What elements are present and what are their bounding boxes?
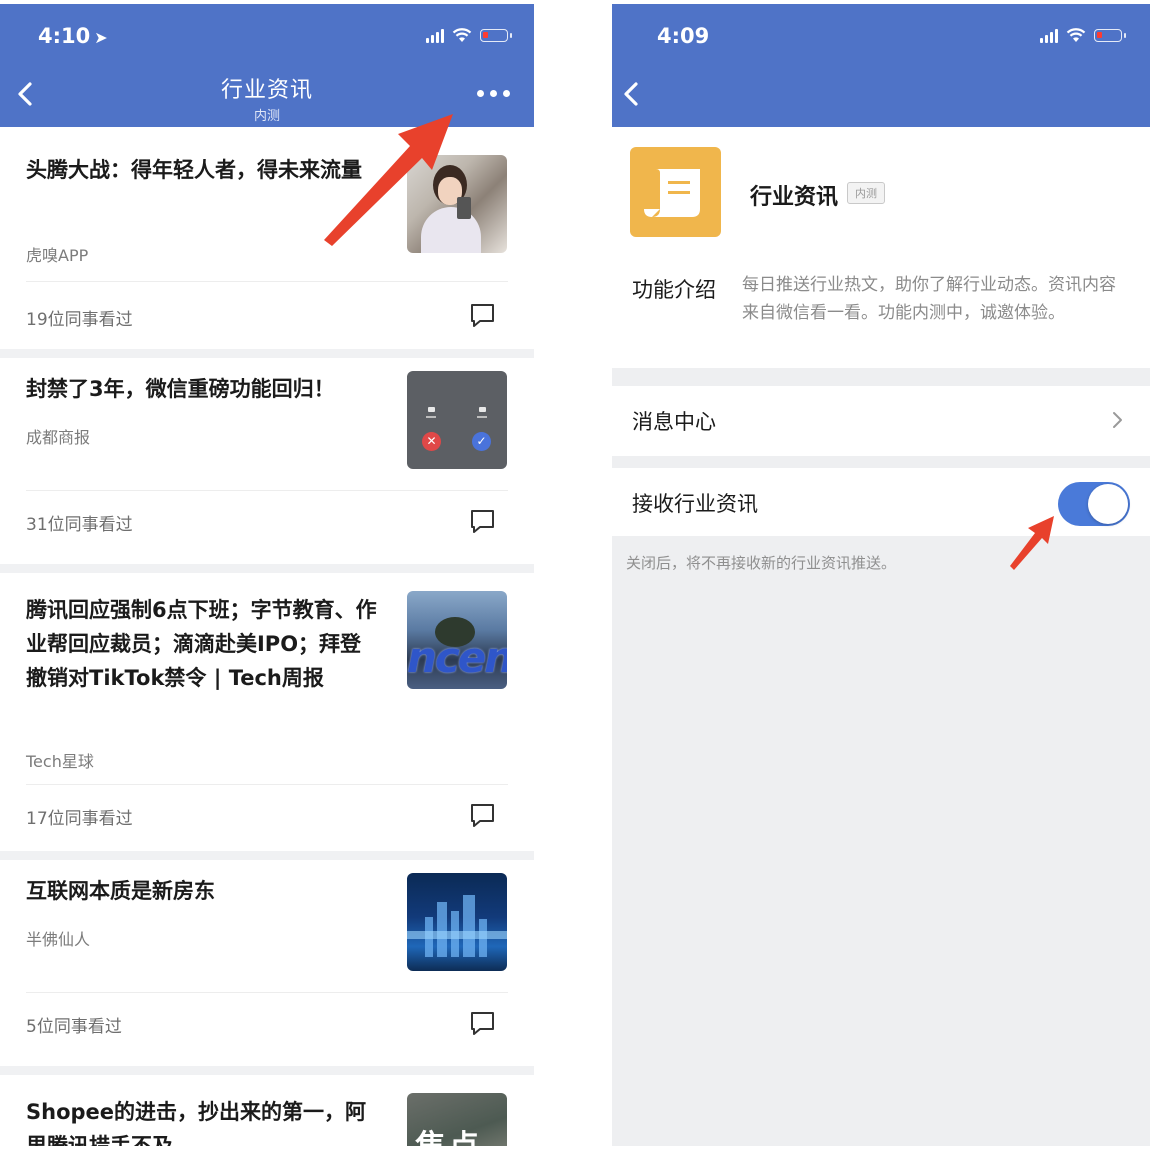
back-chevron-icon[interactable] — [620, 76, 642, 112]
article-thumbnail: 焦点 — [407, 1093, 507, 1146]
section-gap — [0, 564, 534, 573]
nav-bar: 4:09 — [612, 4, 1150, 127]
thumbnail-text: 焦点 — [415, 1121, 483, 1146]
article-source: Tech星球 — [26, 752, 94, 771]
signal-icon — [1040, 28, 1058, 43]
annotation-arrow-icon — [324, 114, 453, 246]
section-gap — [0, 349, 534, 358]
article-thumbnail — [407, 873, 507, 971]
app-name: 行业资讯 — [750, 185, 839, 210]
article-source: 半佛仙人 — [26, 930, 91, 949]
receive-news-label: 接收行业资讯 — [632, 492, 758, 516]
chevron-right-icon — [1113, 412, 1122, 428]
comment-icon[interactable] — [469, 508, 496, 535]
article-card[interactable]: 互联网本质是新房东 半佛仙人 5位同事看过 — [0, 860, 534, 1066]
receive-news-row: 接收行业资讯 — [612, 468, 1150, 536]
beta-badge: 内测 — [847, 182, 885, 204]
status-time: 4:10 ➤ — [38, 24, 108, 48]
wifi-icon — [452, 28, 472, 42]
divider — [26, 281, 508, 282]
scroll-document-icon — [630, 147, 721, 237]
article-thumbnail: ✕ ✓ — [407, 371, 507, 469]
more-options-icon[interactable] — [477, 90, 510, 97]
section-gap — [0, 1066, 534, 1075]
article-title: 封禁了3年，微信重磅功能回归！ — [26, 377, 335, 401]
article-title: 互联网本质是新房东 — [26, 879, 215, 903]
thumbnail-logo-text: ncent — [407, 633, 507, 682]
intro-text: 每日推送行业热文，助你了解行业动态。资讯内容来自微信看一看。功能内测中，诚邀体验… — [742, 275, 1116, 323]
wifi-icon — [1066, 28, 1086, 42]
colleague-views: 5位同事看过 — [26, 1017, 122, 1037]
toggle-knob — [1088, 484, 1128, 524]
article-list: 头腾大战：得年轻人者，得未来流量 虎嗅APP 19位同事看过 封禁了3年，微信重… — [0, 127, 534, 1146]
article-card[interactable]: Shopee的进击，抄出来的第一，阿里腾讯措手不及 焦点 — [0, 1075, 534, 1146]
comment-icon[interactable] — [469, 1010, 496, 1037]
receive-news-toggle[interactable] — [1058, 482, 1130, 526]
industry-news-settings-screen: 4:09 行业资讯 内测 功能介绍 每日推送行业热文，助你了解行业动态。资讯内容… — [612, 4, 1150, 1146]
article-source: 成都商报 — [26, 428, 91, 447]
message-center-row[interactable]: 消息中心 — [612, 386, 1150, 456]
divider — [26, 992, 508, 993]
comment-icon[interactable] — [469, 802, 496, 829]
app-info-card: 行业资讯 内测 — [612, 127, 1150, 251]
annotation-arrow-icon — [1010, 516, 1054, 570]
feature-intro: 功能介绍 每日推送行业热文，助你了解行业动态。资讯内容来自微信看一看。功能内测中… — [612, 251, 1150, 368]
status-time: 4:09 — [657, 24, 710, 48]
battery-icon — [1094, 29, 1126, 42]
comment-icon[interactable] — [469, 302, 496, 329]
article-card[interactable]: 腾讯回应强制6点下班；字节教育、作业帮回应裁员；滴滴赴美IPO；拜登撤销对Tik… — [0, 573, 534, 851]
status-icons — [1040, 28, 1126, 43]
article-thumbnail: ncent — [407, 591, 507, 689]
colleague-views: 31位同事看过 — [26, 515, 133, 535]
section-gap — [0, 851, 534, 860]
status-icons — [426, 28, 512, 43]
page-title: 行业资讯 — [220, 78, 313, 103]
industry-news-feed-screen: 4:10 ➤ 行业资讯 内测 头腾大战：得年轻人者，得未来流量 虎嗅APP 19位… — [0, 4, 534, 1146]
article-title: 腾讯回应强制6点下班；字节教育、作业帮回应裁员；滴滴赴美IPO；拜登撤销对Tik… — [26, 598, 377, 690]
divider — [26, 784, 508, 785]
colleague-views: 19位同事看过 — [26, 310, 133, 330]
toggle-hint: 关闭后，将不再接收新的行业资讯推送。 — [626, 554, 897, 572]
article-card[interactable]: 封禁了3年，微信重磅功能回归！ 成都商报 ✕ ✓ 31位同事看过 — [0, 358, 534, 564]
article-source: 虎嗅APP — [26, 246, 89, 265]
message-center-label: 消息中心 — [632, 410, 716, 434]
location-arrow-icon: ➤ — [94, 28, 108, 47]
article-title: Shopee的进击，抄出来的第一，阿里腾讯措手不及 — [26, 1100, 367, 1146]
colleague-views: 17位同事看过 — [26, 809, 133, 829]
divider — [26, 490, 508, 491]
battery-icon — [480, 29, 512, 42]
signal-icon — [426, 28, 444, 43]
intro-label: 功能介绍 — [632, 278, 716, 302]
